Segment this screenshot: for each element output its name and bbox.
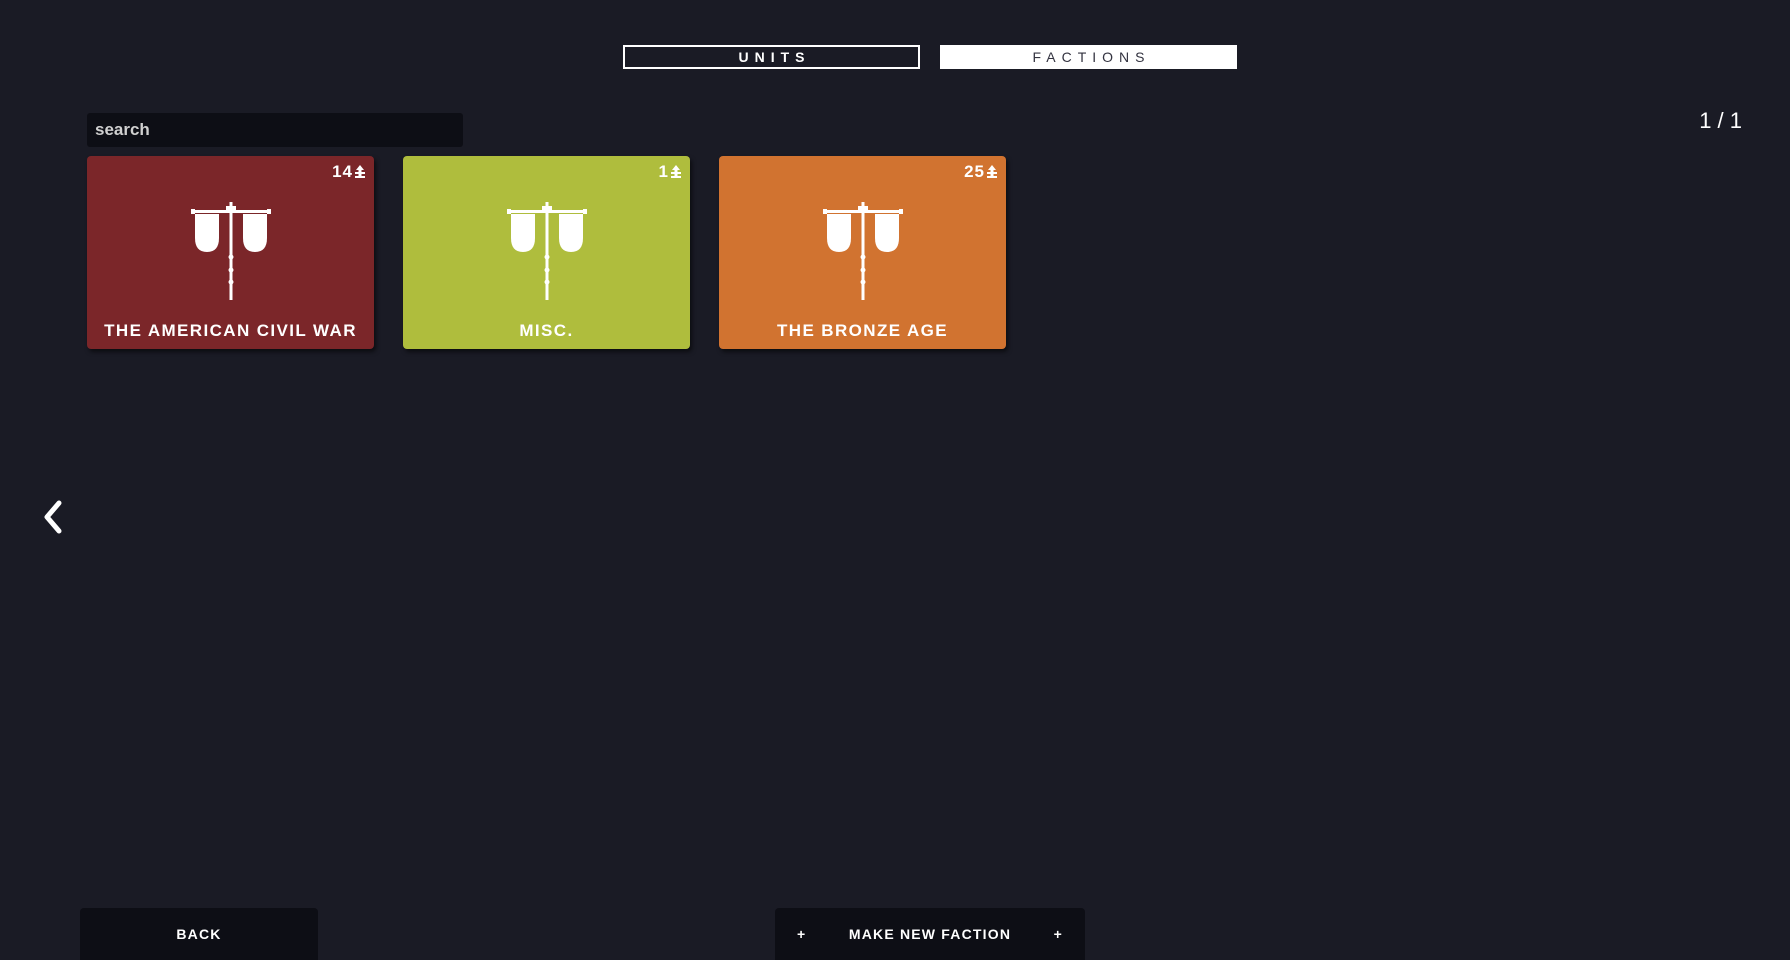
unit-count: 1 [659,162,682,182]
unit-count: 25 [964,162,998,182]
page-indicator: 1 / 1 [1699,108,1742,133]
plus-icon: + [797,926,807,942]
unit-icon [671,164,681,178]
faction-name: THE AMERICAN CIVIL WAR [104,321,357,340]
unit-icon [355,164,365,178]
faction-card-american-civil-war[interactable]: 14 THE AMERICAN CIVIL WAR [87,156,374,349]
faction-card-bronze-age[interactable]: 25 THE BRONZE AGE [719,156,1006,349]
tab-units[interactable]: UNITS [623,45,920,69]
banner-emblem-icon [506,202,587,300]
plus-icon: + [1053,926,1063,942]
search-input[interactable] [87,113,463,147]
chevron-left-icon[interactable] [40,500,66,534]
make-new-faction-label: MAKE NEW FACTION [848,926,1012,942]
faction-card-list: 14 THE AMERICAN CIVIL WAR 1 MISC. 25 THE… [87,156,1006,349]
faction-card-misc[interactable]: 1 MISC. [403,156,690,349]
back-button[interactable]: BACK [80,908,318,960]
make-new-faction-button[interactable]: + MAKE NEW FACTION + [775,908,1085,960]
tab-factions[interactable]: FACTIONS [940,45,1237,69]
banner-emblem-icon [190,202,271,300]
back-button-label: BACK [176,926,222,942]
unit-icon [987,164,997,178]
faction-name: MISC. [519,321,574,340]
unit-count: 14 [332,162,366,182]
banner-emblem-icon [822,202,903,300]
faction-name: THE BRONZE AGE [776,321,949,340]
